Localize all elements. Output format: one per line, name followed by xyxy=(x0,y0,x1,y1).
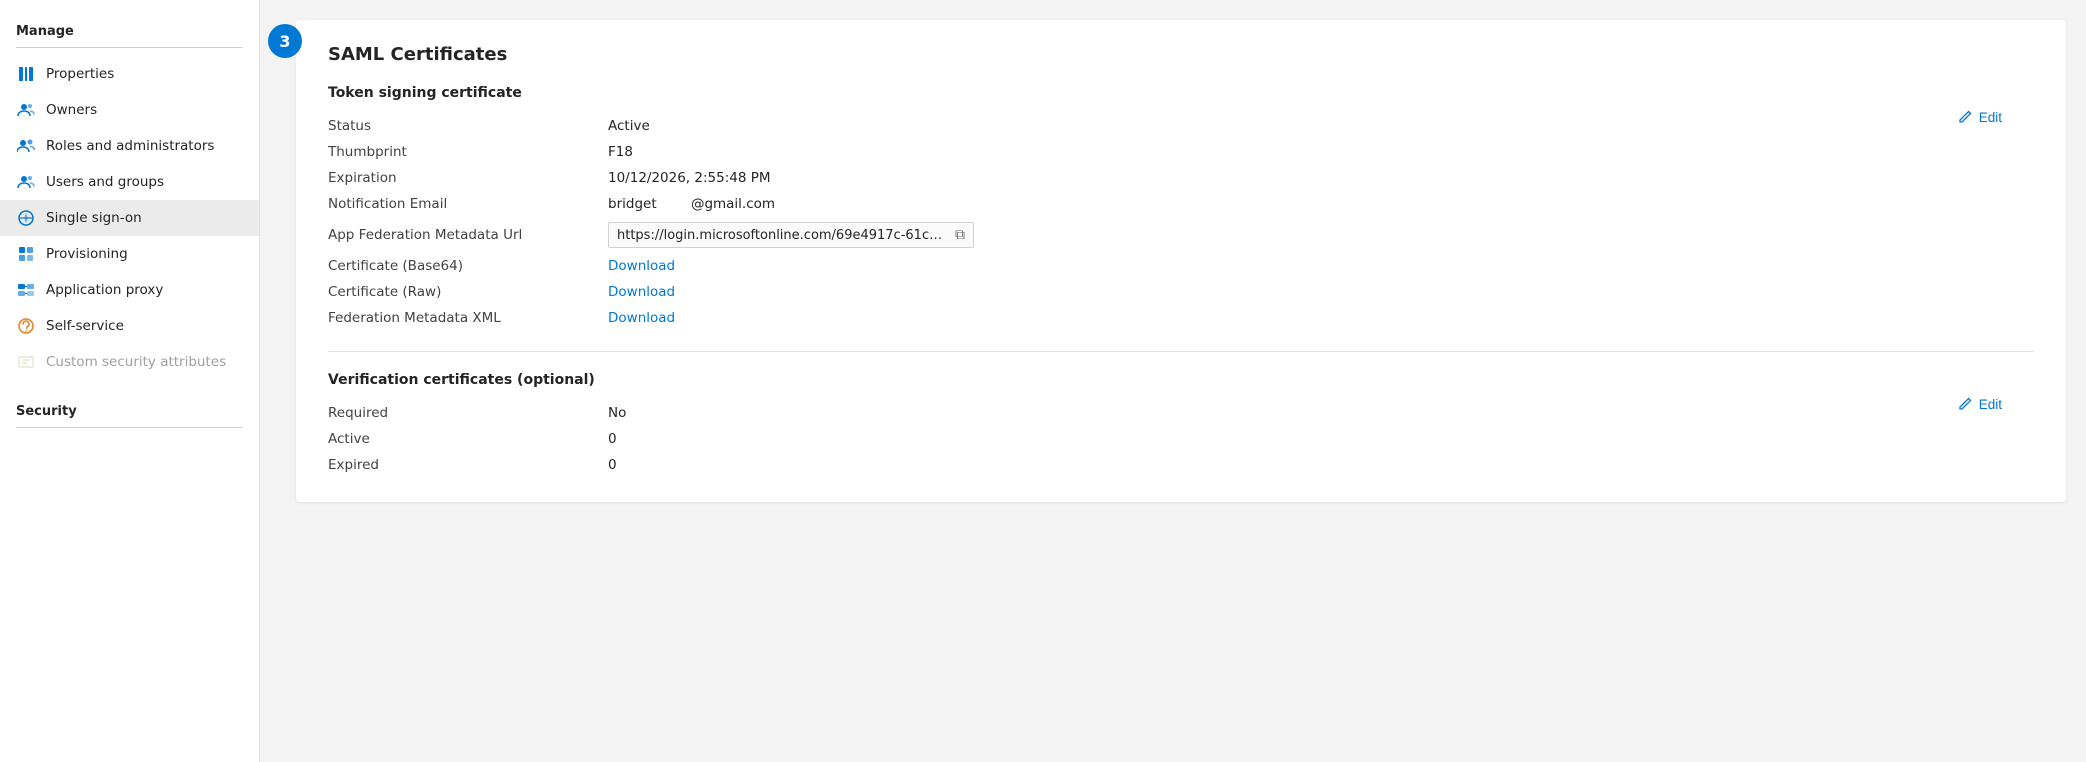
sidebar-item-sso-label: Single sign-on xyxy=(46,210,142,226)
cert-base64-value: Download xyxy=(608,253,2034,279)
verification-table: Required No Active 0 Expired 0 xyxy=(328,400,2034,478)
app-federation-url-label: App Federation Metadata Url xyxy=(328,217,608,253)
provisioning-icon xyxy=(16,244,36,264)
properties-icon xyxy=(16,64,36,84)
panel-title: SAML Certificates xyxy=(328,44,2034,65)
section-divider xyxy=(328,351,2034,352)
owners-icon xyxy=(16,100,36,120)
cert-raw-download[interactable]: Download xyxy=(608,284,675,300)
url-input-box[interactable]: https://login.microsoftonline.com/69e491… xyxy=(608,222,974,248)
sidebar-item-custom-security[interactable]: Custom security attributes xyxy=(0,344,259,380)
cert-raw-row: Certificate (Raw) Download xyxy=(328,279,2034,305)
active-value: 0 xyxy=(608,426,2034,452)
token-edit-label: Edit xyxy=(1979,110,2002,125)
edit-pencil-icon xyxy=(1957,109,1973,125)
active-row: Active 0 xyxy=(328,426,2034,452)
verification-section: Verification certificates (optional) Edi… xyxy=(328,372,2034,478)
sidebar-item-provisioning[interactable]: Provisioning xyxy=(0,236,259,272)
roles-icon xyxy=(16,136,36,156)
required-label: Required xyxy=(328,400,608,426)
step-badge: 3 xyxy=(268,24,302,58)
required-value: No xyxy=(608,400,2034,426)
notification-email-value: bridget @gmail.com xyxy=(608,191,2034,217)
copy-icon[interactable]: ⧉ xyxy=(955,227,965,243)
custom-icon xyxy=(16,352,36,372)
manage-divider xyxy=(16,47,243,48)
sidebar-item-provisioning-label: Provisioning xyxy=(46,246,128,262)
step-badge-container: 3 xyxy=(268,24,302,58)
sidebar-item-owners[interactable]: Owners xyxy=(0,92,259,128)
status-value: Active xyxy=(608,113,2034,139)
sidebar-item-custom-label: Custom security attributes xyxy=(46,354,226,370)
selfservice-icon xyxy=(16,316,36,336)
federation-xml-label: Federation Metadata XML xyxy=(328,305,608,331)
verification-title: Verification certificates (optional) xyxy=(328,372,2034,388)
cert-raw-label: Certificate (Raw) xyxy=(328,279,608,305)
expired-label: Expired xyxy=(328,452,608,478)
thumbprint-label: Thumbprint xyxy=(328,139,608,165)
sidebar-item-proxy-label: Application proxy xyxy=(46,282,163,298)
federation-xml-row: Federation Metadata XML Download xyxy=(328,305,2034,331)
sidebar-item-roles-label: Roles and administrators xyxy=(46,138,214,154)
status-row: Status Active xyxy=(328,113,2034,139)
verification-edit-label: Edit xyxy=(1979,397,2002,412)
cert-base64-row: Certificate (Base64) Download xyxy=(328,253,2034,279)
token-signing-title: Token signing certificate xyxy=(328,85,2034,101)
cert-base64-label: Certificate (Base64) xyxy=(328,253,608,279)
sidebar: Manage Properties Owners xyxy=(0,0,260,762)
federation-xml-download[interactable]: Download xyxy=(608,310,675,326)
sso-icon xyxy=(16,208,36,228)
sidebar-item-owners-label: Owners xyxy=(46,102,97,118)
expiration-value: 10/12/2026, 2:55:48 PM xyxy=(608,165,2034,191)
expiration-label: Expiration xyxy=(328,165,608,191)
notification-email-label: Notification Email xyxy=(328,191,608,217)
expired-value: 0 xyxy=(608,452,2034,478)
token-signing-table: Status Active Thumbprint F18 Expiration … xyxy=(328,113,2034,331)
active-label: Active xyxy=(328,426,608,452)
users-groups-icon xyxy=(16,172,36,192)
sidebar-item-single-sign-on[interactable]: Single sign-on xyxy=(0,200,259,236)
federation-xml-value: Download xyxy=(608,305,2034,331)
cert-base64-download[interactable]: Download xyxy=(608,258,675,274)
verification-edit-button[interactable]: Edit xyxy=(1949,392,2010,416)
expiration-row: Expiration 10/12/2026, 2:55:48 PM xyxy=(328,165,2034,191)
sidebar-item-self-service-label: Self-service xyxy=(46,318,124,334)
sidebar-item-roles-administrators[interactable]: Roles and administrators xyxy=(0,128,259,164)
expired-row: Expired 0 xyxy=(328,452,2034,478)
cert-raw-value: Download xyxy=(608,279,2034,305)
proxy-icon xyxy=(16,280,36,300)
sidebar-item-users-groups[interactable]: Users and groups xyxy=(0,164,259,200)
url-text: https://login.microsoftonline.com/69e491… xyxy=(617,228,947,243)
required-row: Required No xyxy=(328,400,2034,426)
security-section-title: Security xyxy=(0,396,259,423)
manage-section-title: Manage xyxy=(0,16,259,43)
app-federation-url-row: App Federation Metadata Url https://logi… xyxy=(328,217,2034,253)
thumbprint-value: F18 xyxy=(608,139,2034,165)
notification-email-row: Notification Email bridget @gmail.com xyxy=(328,191,2034,217)
saml-certificates-panel: SAML Certificates Token signing certific… xyxy=(296,20,2066,502)
security-divider xyxy=(16,427,243,428)
main-content: SAML Certificates Token signing certific… xyxy=(260,0,2086,762)
status-label: Status xyxy=(328,113,608,139)
thumbprint-row: Thumbprint F18 xyxy=(328,139,2034,165)
verification-edit-pencil-icon xyxy=(1957,396,1973,412)
app-federation-url-value: https://login.microsoftonline.com/69e491… xyxy=(608,217,2034,253)
token-signing-edit-button[interactable]: Edit xyxy=(1949,105,2010,129)
sidebar-item-users-groups-label: Users and groups xyxy=(46,174,164,190)
sidebar-item-properties-label: Properties xyxy=(46,66,114,82)
sidebar-item-properties[interactable]: Properties xyxy=(0,56,259,92)
sidebar-item-application-proxy[interactable]: Application proxy xyxy=(0,272,259,308)
sidebar-item-self-service[interactable]: Self-service xyxy=(0,308,259,344)
token-signing-section: Token signing certificate Edit Status Ac… xyxy=(328,85,2034,331)
